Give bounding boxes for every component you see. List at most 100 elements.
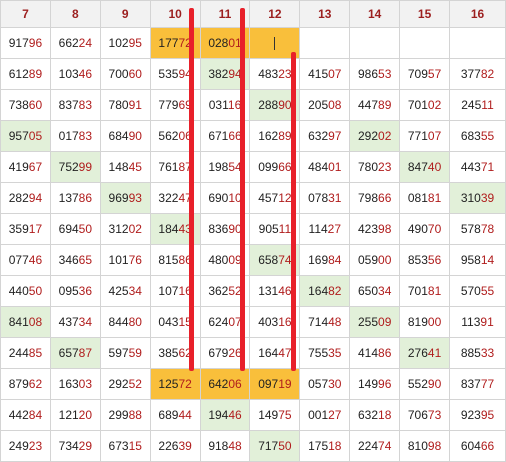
- grid-cell[interactable]: 69450: [49, 213, 101, 245]
- grid-cell[interactable]: 13786: [49, 182, 101, 214]
- grid-cell[interactable]: 71448: [299, 306, 351, 338]
- grid-cell[interactable]: 64206: [199, 368, 251, 400]
- grid-cell[interactable]: 71750: [249, 430, 301, 462]
- grid-cell[interactable]: 16984: [299, 244, 351, 276]
- grid-cell[interactable]: 44789: [349, 89, 401, 121]
- grid-cell[interactable]: 10295: [99, 27, 151, 59]
- grid-cell[interactable]: 11427: [299, 213, 351, 245]
- grid-cell[interactable]: 14845: [99, 151, 151, 183]
- grid-cell[interactable]: 98653: [349, 58, 401, 90]
- grid-cell[interactable]: 73429: [49, 430, 101, 462]
- grid-cell[interactable]: 16303: [49, 368, 101, 400]
- grid-cell[interactable]: 75299: [49, 151, 101, 183]
- grid-cell[interactable]: 44050: [0, 275, 51, 307]
- grid-cell[interactable]: 41507: [299, 58, 351, 90]
- grid-cell[interactable]: 35917: [0, 213, 51, 245]
- grid-cell[interactable]: 61289: [0, 58, 51, 90]
- grid-cell[interactable]: 34665: [49, 244, 101, 276]
- grid-cell[interactable]: 70673: [399, 399, 451, 431]
- grid-cell[interactable]: 41486: [349, 337, 401, 369]
- grid-cell[interactable]: 48401: [299, 151, 351, 183]
- grid-cell[interactable]: 22639: [149, 430, 201, 462]
- grid-cell[interactable]: 37782: [449, 58, 506, 90]
- grid-cell[interactable]: 79866: [349, 182, 401, 214]
- grid-cell[interactable]: 95705: [0, 120, 51, 152]
- column-header[interactable]: 12: [249, 0, 301, 28]
- grid-cell[interactable]: 84108: [0, 306, 51, 338]
- grid-cell[interactable]: 22474: [349, 430, 401, 462]
- grid-cell[interactable]: 29252: [99, 368, 151, 400]
- grid-cell[interactable]: 60466: [449, 430, 506, 462]
- column-header[interactable]: 7: [0, 0, 51, 28]
- grid-cell[interactable]: 83783: [49, 89, 101, 121]
- grid-cell[interactable]: 57055: [449, 275, 506, 307]
- grid-cell[interactable]: 12120: [49, 399, 101, 431]
- grid-cell[interactable]: 12572: [149, 368, 201, 400]
- grid-cell[interactable]: 28294: [0, 182, 51, 214]
- grid-cell[interactable]: 57878: [449, 213, 506, 245]
- grid-cell[interactable]: 19446: [199, 399, 251, 431]
- grid-cell[interactable]: 05730: [299, 368, 351, 400]
- grid-cell[interactable]: 70060: [99, 58, 151, 90]
- grid-cell[interactable]: [449, 27, 506, 59]
- grid-cell[interactable]: 95814: [449, 244, 506, 276]
- grid-cell[interactable]: 63218: [349, 399, 401, 431]
- grid-cell[interactable]: 44284: [0, 399, 51, 431]
- column-header[interactable]: 13: [299, 0, 351, 28]
- grid-cell[interactable]: 91796: [0, 27, 51, 59]
- grid-cell[interactable]: 85356: [399, 244, 451, 276]
- grid-cell[interactable]: 10176: [99, 244, 151, 276]
- column-header[interactable]: 15: [399, 0, 451, 28]
- grid-cell[interactable]: 68355: [449, 120, 506, 152]
- grid-cell[interactable]: 29988: [99, 399, 151, 431]
- grid-cell[interactable]: 08181: [399, 182, 451, 214]
- grid-cell[interactable]: 92395: [449, 399, 506, 431]
- grid-cell[interactable]: 43734: [49, 306, 101, 338]
- grid-cell[interactable]: 70957: [399, 58, 451, 90]
- grid-cell[interactable]: 25509: [349, 306, 401, 338]
- column-header[interactable]: 9: [99, 0, 151, 28]
- grid-cell[interactable]: 01783: [49, 120, 101, 152]
- column-header[interactable]: 16: [449, 0, 506, 28]
- grid-cell[interactable]: 07831: [299, 182, 351, 214]
- grid-cell[interactable]: 07746: [0, 244, 51, 276]
- grid-cell[interactable]: 78023: [349, 151, 401, 183]
- grid-cell[interactable]: 20508: [299, 89, 351, 121]
- grid-cell[interactable]: 17518: [299, 430, 351, 462]
- grid-cell[interactable]: 31039: [449, 182, 506, 214]
- grid-cell[interactable]: 16482: [299, 275, 351, 307]
- grid-cell[interactable]: 88533: [449, 337, 506, 369]
- grid-cell[interactable]: 68944: [149, 399, 201, 431]
- grid-cell[interactable]: 09536: [49, 275, 101, 307]
- grid-cell[interactable]: [399, 27, 451, 59]
- grid-cell[interactable]: 75535: [299, 337, 351, 369]
- grid-cell[interactable]: 14996: [349, 368, 401, 400]
- grid-cell[interactable]: 70181: [399, 275, 451, 307]
- grid-cell[interactable]: 00127: [299, 399, 351, 431]
- grid-cell[interactable]: 24923: [0, 430, 51, 462]
- column-header[interactable]: 14: [349, 0, 401, 28]
- grid-cell[interactable]: 31202: [99, 213, 151, 245]
- grid-cell[interactable]: 84480: [99, 306, 151, 338]
- grid-cell[interactable]: 41967: [0, 151, 51, 183]
- grid-cell[interactable]: 67315: [99, 430, 151, 462]
- grid-cell[interactable]: 42398: [349, 213, 401, 245]
- grid-cell[interactable]: [299, 27, 351, 59]
- grid-cell[interactable]: 05900: [349, 244, 401, 276]
- grid-cell[interactable]: 63297: [299, 120, 351, 152]
- grid-cell[interactable]: 77107: [399, 120, 451, 152]
- grid-cell[interactable]: 24511: [449, 89, 506, 121]
- grid-cell[interactable]: 65034: [349, 275, 401, 307]
- grid-cell[interactable]: 83777: [449, 368, 506, 400]
- grid-cell[interactable]: 42534: [99, 275, 151, 307]
- grid-cell[interactable]: [349, 27, 401, 59]
- grid-cell[interactable]: 14975: [249, 399, 301, 431]
- grid-cell[interactable]: 27641: [399, 337, 451, 369]
- grid-cell[interactable]: 68490: [99, 120, 151, 152]
- grid-cell[interactable]: 87962: [0, 368, 51, 400]
- grid-cell[interactable]: 24485: [0, 337, 51, 369]
- grid-cell[interactable]: 84740: [399, 151, 451, 183]
- grid-cell[interactable]: 11391: [449, 306, 506, 338]
- grid-cell[interactable]: 09719: [249, 368, 301, 400]
- grid-cell[interactable]: 44371: [449, 151, 506, 183]
